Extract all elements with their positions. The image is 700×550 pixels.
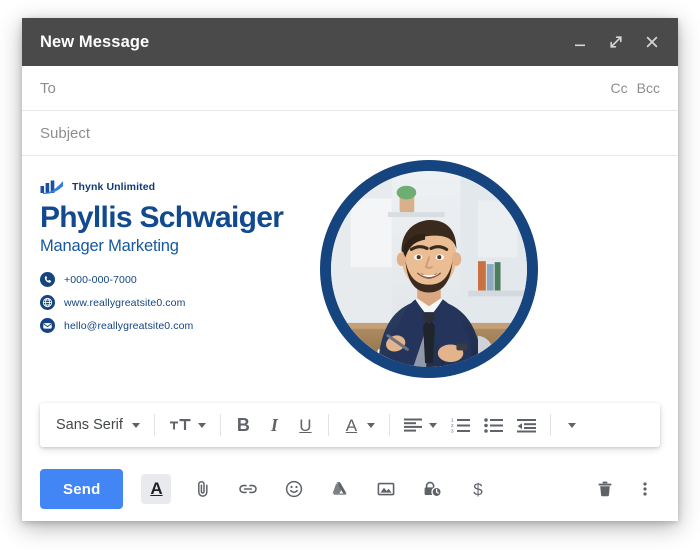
font-family-select[interactable]: Sans Serif bbox=[50, 413, 146, 437]
toolbar-divider bbox=[388, 414, 390, 436]
contact-email: hello@reallygreatsite0.com bbox=[40, 318, 660, 334]
action-right-group bbox=[590, 474, 660, 504]
email-signature: Thynk Unlimited Phyllis Schwaiger Manage… bbox=[40, 180, 660, 334]
confidential-mode-button[interactable] bbox=[417, 474, 447, 504]
attach-file-icon bbox=[198, 481, 209, 497]
envelope-icon bbox=[40, 318, 55, 334]
bulleted-list-button[interactable] bbox=[478, 414, 509, 437]
underline-button[interactable]: U bbox=[291, 413, 320, 438]
attach-file-button[interactable] bbox=[187, 474, 217, 504]
google-drive-icon bbox=[333, 482, 348, 495]
contact-website-text: www.reallygreatsite0.com bbox=[64, 296, 186, 309]
phone-icon bbox=[40, 272, 55, 288]
thynk-logo-icon bbox=[40, 180, 63, 194]
discard-draft-button[interactable] bbox=[590, 474, 620, 504]
toolbar-divider bbox=[219, 414, 221, 436]
font-family-label: Sans Serif bbox=[56, 417, 123, 433]
formatting-options-button[interactable]: A bbox=[141, 474, 172, 504]
chevron-down-icon bbox=[567, 422, 576, 428]
globe-icon bbox=[40, 295, 55, 311]
contact-phone: +000-000-7000 bbox=[40, 272, 660, 288]
indent-less-button[interactable] bbox=[511, 414, 542, 437]
more-formatting-button[interactable] bbox=[559, 419, 582, 432]
to-label: To bbox=[40, 79, 56, 97]
chevron-down-icon bbox=[131, 422, 140, 428]
svg-text:2: 2 bbox=[451, 423, 454, 428]
send-button[interactable]: Send bbox=[40, 469, 124, 509]
numbered-list-button[interactable]: 1 2 3 bbox=[445, 414, 476, 437]
toolbar-divider bbox=[549, 414, 551, 436]
bold-button[interactable]: B bbox=[229, 412, 258, 438]
insert-money-button[interactable]: $ bbox=[463, 474, 493, 504]
formatting-toolbar: Sans Serif B I U A 1 2 3 bbox=[40, 403, 660, 447]
formatting-toolbar-wrap: Sans Serif B I U A 1 2 3 bbox=[22, 403, 678, 457]
toolbar-divider bbox=[153, 414, 155, 436]
svg-text:1: 1 bbox=[451, 418, 454, 423]
compose-action-bar: Send A $ bbox=[22, 457, 678, 521]
svg-text:$: $ bbox=[474, 480, 484, 499]
numbered-list-icon: 1 2 3 bbox=[451, 418, 470, 433]
font-size-icon bbox=[169, 419, 191, 430]
font-size-button[interactable] bbox=[163, 413, 212, 437]
insert-money-icon: $ bbox=[474, 480, 484, 499]
contact-phone-text: +000-000-7000 bbox=[64, 273, 137, 286]
signature-role: Manager Marketing bbox=[40, 237, 179, 256]
action-icon-group: A $ bbox=[141, 474, 493, 504]
insert-link-button[interactable] bbox=[233, 474, 263, 504]
bulleted-list-icon bbox=[484, 417, 503, 433]
google-drive-button[interactable] bbox=[325, 474, 355, 504]
chevron-down-icon bbox=[428, 422, 437, 428]
discard-draft-icon bbox=[598, 481, 612, 497]
underline-icon: U bbox=[299, 415, 312, 435]
insert-emoji-button[interactable] bbox=[279, 474, 309, 504]
svg-text:3: 3 bbox=[451, 428, 454, 432]
more-options-icon bbox=[643, 482, 647, 496]
align-left-icon bbox=[403, 418, 422, 432]
brand-row: Thynk Unlimited bbox=[40, 180, 660, 194]
expand-button[interactable] bbox=[606, 32, 626, 52]
minimize-button[interactable] bbox=[570, 32, 590, 52]
contact-website: www.reallygreatsite0.com bbox=[40, 295, 660, 311]
signature-name: Phyllis Schwaiger bbox=[40, 201, 284, 234]
chevron-down-icon bbox=[366, 422, 375, 428]
to-field-row[interactable]: To Cc Bcc bbox=[22, 66, 678, 111]
text-color-button[interactable]: A bbox=[337, 413, 381, 438]
bcc-button[interactable]: Bcc bbox=[637, 80, 660, 96]
insert-photo-button[interactable] bbox=[371, 474, 401, 504]
formatting-options-icon: A bbox=[150, 479, 163, 498]
compose-title: New Message bbox=[40, 32, 150, 51]
contact-email-text: hello@reallygreatsite0.com bbox=[64, 319, 194, 332]
bold-icon: B bbox=[236, 415, 250, 435]
subject-label: Subject bbox=[40, 124, 91, 142]
text-color-icon: A bbox=[345, 415, 358, 435]
italic-button[interactable]: I bbox=[260, 412, 289, 438]
compose-window: New Message To Cc Bcc Subject Thynk Unli… bbox=[22, 18, 678, 521]
indent-decrease-icon bbox=[516, 418, 536, 432]
align-button[interactable] bbox=[398, 414, 443, 436]
cc-bcc-group: Cc Bcc bbox=[611, 80, 660, 96]
toolbar-divider bbox=[327, 414, 329, 436]
italic-icon: I bbox=[270, 415, 278, 435]
brand-name: Thynk Unlimited bbox=[72, 181, 156, 193]
screenshot-root: New Message To Cc Bcc Subject Thynk Unli… bbox=[0, 0, 700, 550]
more-options-button[interactable] bbox=[630, 474, 660, 504]
message-body[interactable]: Thynk Unlimited Phyllis Schwaiger Manage… bbox=[22, 156, 678, 403]
insert-emoji-icon bbox=[286, 480, 303, 498]
insert-photo-icon bbox=[378, 482, 395, 496]
close-button[interactable] bbox=[642, 32, 662, 52]
cc-button[interactable]: Cc bbox=[611, 80, 628, 96]
contact-list: +000-000-7000 www.reallygreatsite0.com h… bbox=[40, 272, 660, 334]
subject-field-row[interactable]: Subject bbox=[22, 111, 678, 156]
insert-link-icon bbox=[239, 484, 258, 494]
window-controls bbox=[570, 32, 662, 52]
compose-titlebar: New Message bbox=[22, 18, 678, 66]
confidential-mode-icon bbox=[424, 481, 442, 498]
chevron-down-icon bbox=[197, 422, 206, 428]
